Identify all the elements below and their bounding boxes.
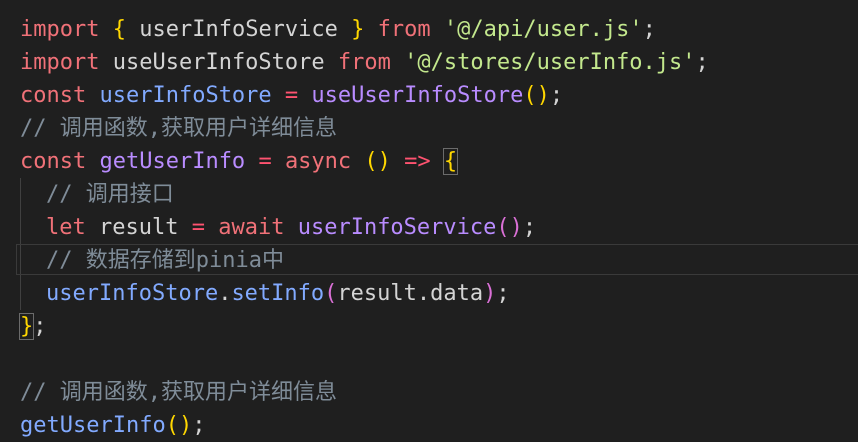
keyword: await	[218, 215, 285, 240]
keyword: const	[20, 149, 87, 174]
punctuation: ;	[522, 215, 537, 240]
parens: ()	[523, 83, 550, 108]
identifier: userInfoStore	[99, 83, 272, 108]
code-line-7[interactable]: let result = await userInfoService();	[20, 211, 536, 244]
brace: }	[18, 313, 35, 340]
brace: {	[112, 17, 126, 42]
code-line-12[interactable]: // 调用函数,获取用户详细信息	[20, 376, 337, 409]
keyword: let	[46, 215, 86, 240]
code-line-1[interactable]: import { userInfoService } from '@/api/u…	[20, 13, 656, 46]
punctuation: .	[416, 281, 431, 306]
comment: // 调用函数,获取用户详细信息	[20, 116, 337, 141]
keyword: from	[337, 50, 391, 75]
keyword: from	[377, 17, 431, 42]
keyword: import	[20, 17, 100, 42]
code-line-3[interactable]: const userInfoStore = useUserInfoStore()…	[20, 79, 563, 112]
punctuation: ;	[549, 83, 564, 108]
operator: =>	[404, 149, 431, 174]
operator: =	[284, 83, 299, 108]
operator: =	[258, 149, 272, 174]
identifier: result	[99, 215, 179, 240]
comment: // 数据存储到pinia中	[46, 248, 284, 273]
code-line-5[interactable]: const getUserInfo = async () => {	[20, 145, 459, 178]
code-line-8[interactable]: // 数据存储到pinia中	[16, 244, 858, 277]
punctuation: ;	[496, 281, 510, 306]
keyword: import	[20, 50, 100, 75]
function-call: setInfo	[231, 281, 325, 306]
code-line-9[interactable]: userInfoStore.setInfo(result.data);	[20, 277, 510, 310]
punctuation: ;	[33, 314, 47, 339]
code-editor[interactable]: import { userInfoService } from '@/api/u…	[0, 0, 858, 441]
keyword: const	[20, 83, 87, 108]
code-line-6[interactable]: // 调用接口	[20, 178, 174, 211]
function-call: getUserInfo	[20, 413, 166, 438]
paren-open: (	[324, 281, 338, 306]
identifier: useUserInfoStore	[112, 50, 325, 75]
property: data	[430, 281, 484, 306]
function-call: userInfoService	[297, 215, 497, 240]
parens: ()	[496, 215, 523, 240]
comment: // 调用函数,获取用户详细信息	[20, 380, 337, 405]
operator: =	[191, 215, 205, 240]
parens: ()	[364, 149, 391, 174]
comment: // 调用接口	[46, 182, 174, 207]
keyword: async	[284, 149, 352, 174]
identifier: userInfoStore	[46, 281, 219, 306]
code-line-13[interactable]: getUserInfo();	[20, 409, 205, 442]
punctuation: ;	[695, 50, 709, 75]
paren-close: )	[483, 281, 497, 306]
code-line-4[interactable]: // 调用函数,获取用户详细信息	[20, 112, 337, 145]
code-line-2[interactable]: import useUserInfoStore from '@/stores/u…	[20, 46, 709, 79]
brace: }	[351, 17, 365, 42]
brace: {	[442, 148, 459, 175]
punctuation: ;	[192, 413, 206, 438]
parens: ()	[165, 413, 193, 438]
string: '@/stores/userInfo.js'	[404, 50, 696, 75]
string: '@/api/user.js'	[443, 17, 643, 42]
function-call: useUserInfoStore	[311, 83, 524, 108]
identifier: getUserInfo	[99, 149, 246, 174]
code-line-10[interactable]: };	[18, 310, 47, 343]
punctuation: ;	[642, 17, 656, 42]
identifier: userInfoService	[139, 17, 338, 42]
identifier: result	[337, 281, 417, 306]
punctuation: .	[218, 281, 232, 306]
